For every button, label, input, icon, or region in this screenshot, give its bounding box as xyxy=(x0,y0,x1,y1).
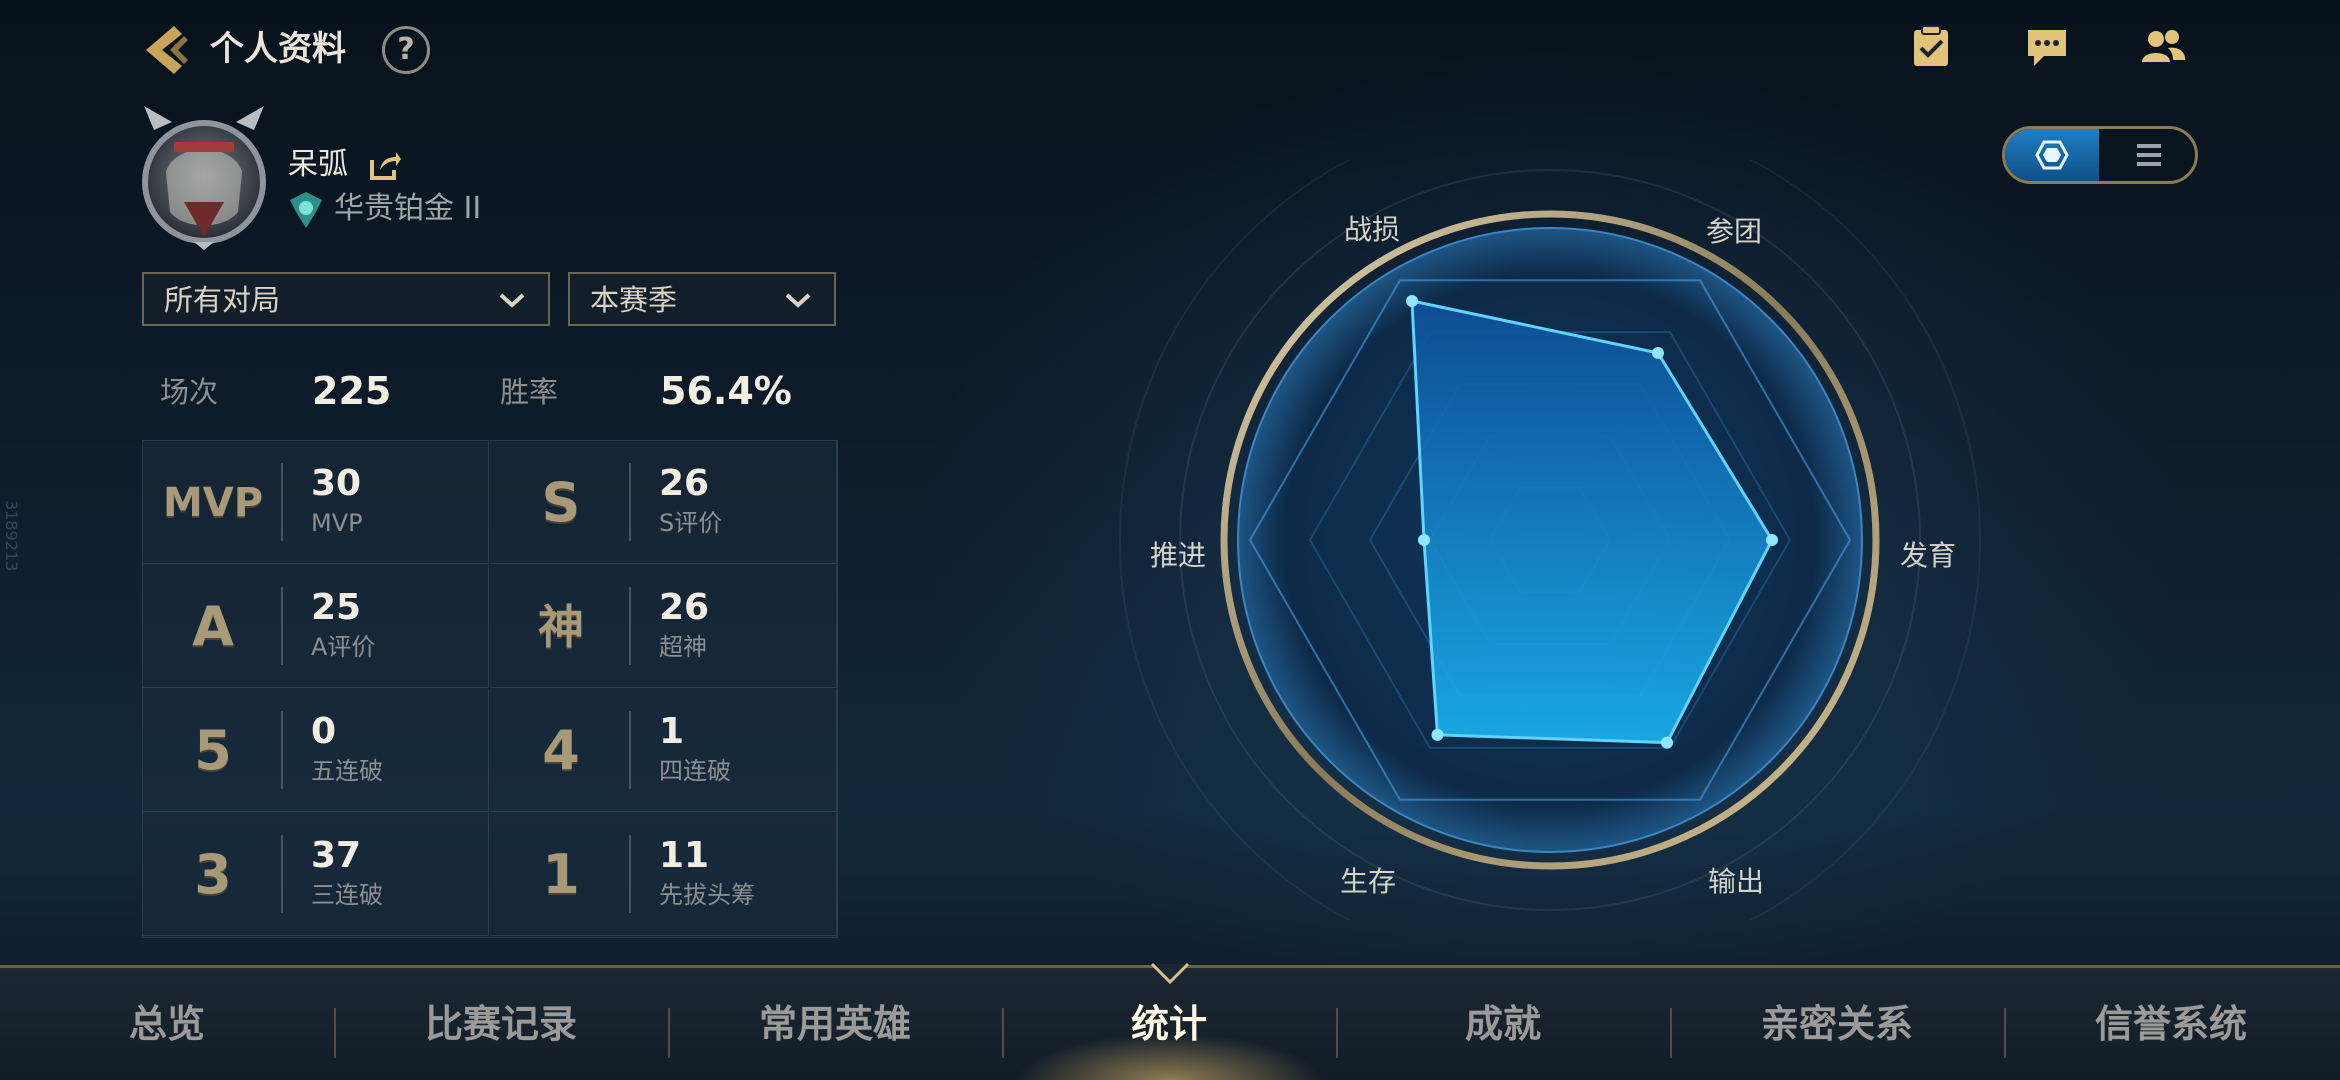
back-arrow-icon[interactable] xyxy=(136,20,196,80)
stat-cell-penta: 5 0 五连破 xyxy=(143,689,489,812)
list-view-option[interactable] xyxy=(2101,129,2195,181)
divider xyxy=(281,711,283,789)
tab-intimacy[interactable]: 亲密关系 xyxy=(1670,968,2004,1080)
tab-credit-system[interactable]: 信誉系统 xyxy=(2004,968,2338,1080)
stat-cell-s: S 26 S评价 xyxy=(491,441,837,564)
stat-label: 五连破 xyxy=(311,757,383,785)
stat-value: 0 xyxy=(311,711,337,752)
chevron-down-icon xyxy=(499,293,525,308)
tab-statistics[interactable]: 统计 xyxy=(1002,968,1336,1080)
stat-label: MVP xyxy=(311,509,363,537)
stat-cell-first-blood: 1 11 先拔头筹 xyxy=(491,813,837,936)
season-value: 本赛季 xyxy=(590,283,678,317)
radar-label-push: 推进 xyxy=(1150,539,1207,572)
stat-label: 三连破 xyxy=(311,881,383,909)
radar-point xyxy=(1418,534,1430,546)
radar-label-farming: 发育 xyxy=(1900,539,1957,572)
penta-badge: 5 xyxy=(194,719,232,782)
stat-value: 37 xyxy=(311,835,362,876)
stat-value: 25 xyxy=(311,587,362,628)
season-dropdown[interactable]: 本赛季 xyxy=(568,272,836,326)
quadra-badge: 4 xyxy=(542,719,580,782)
divider xyxy=(629,587,631,665)
stat-label: 四连破 xyxy=(659,757,731,785)
task-checklist-icon[interactable] xyxy=(1908,24,1954,70)
first-blood-badge: 1 xyxy=(542,843,580,906)
a-badge: A xyxy=(192,595,234,658)
hexagon-view-option[interactable] xyxy=(2005,129,2099,181)
stat-value: 26 xyxy=(659,587,710,628)
radar-point xyxy=(1431,728,1444,741)
tab-overview[interactable]: 总览 xyxy=(0,968,334,1080)
stat-label: S评价 xyxy=(659,509,723,537)
divider xyxy=(281,835,283,913)
divider xyxy=(629,835,631,913)
rank-emblem-icon xyxy=(290,192,322,228)
divider xyxy=(629,463,631,541)
stat-value: 30 xyxy=(311,463,362,504)
divider xyxy=(281,587,283,665)
stat-cell-a: A 25 A评价 xyxy=(143,565,489,688)
list-view-icon xyxy=(2137,144,2161,166)
page-title: 个人资料 xyxy=(210,29,346,69)
player-avatar[interactable] xyxy=(134,102,274,252)
stats-grid: MVP 30 MVP S 26 S评价 A 25 A评价 神 26 超神 5 0 xyxy=(142,440,838,938)
radar-label-damage: 输出 xyxy=(1708,865,1765,898)
stat-cell-godlike: 神 26 超神 xyxy=(491,565,837,688)
godlike-badge: 神 xyxy=(538,600,584,654)
chevron-down-icon xyxy=(785,293,811,308)
stat-label: 超神 xyxy=(659,633,707,661)
help-button[interactable]: ? xyxy=(382,26,430,74)
mvp-badge: MVP xyxy=(162,480,264,526)
watermark: 3189213 xyxy=(2,500,21,572)
match-mode-dropdown[interactable]: 所有对局 xyxy=(142,272,550,326)
tab-match-history[interactable]: 比赛记录 xyxy=(334,968,668,1080)
winrate-value: 56.4% xyxy=(660,369,792,413)
radar-point xyxy=(1661,736,1673,749)
triple-badge: 3 xyxy=(194,843,232,906)
match-mode-value: 所有对局 xyxy=(164,283,281,317)
tab-achievements[interactable]: 成就 xyxy=(1336,968,1670,1080)
stat-label: A评价 xyxy=(311,633,376,661)
divider xyxy=(281,463,283,541)
radar-chart xyxy=(1119,160,1981,920)
view-toggle[interactable] xyxy=(2002,126,2198,184)
stat-value: 1 xyxy=(659,711,685,752)
radar-point xyxy=(1766,534,1778,546)
winrate-label: 胜率 xyxy=(500,375,559,409)
stat-cell-quadra: 4 1 四连破 xyxy=(491,689,837,812)
games-label: 场次 xyxy=(160,375,219,409)
radar-label-survival: 生存 xyxy=(1340,865,1397,898)
rank-text: 华贵铂金 II xyxy=(334,191,482,226)
radar-label-damage-taken: 战损 xyxy=(1344,213,1401,246)
stat-label: 先拔头筹 xyxy=(659,881,755,909)
games-value: 225 xyxy=(312,369,392,413)
radar-point xyxy=(1652,346,1664,359)
divider xyxy=(629,711,631,789)
share-icon[interactable] xyxy=(368,148,402,182)
friends-icon[interactable] xyxy=(2140,24,2186,70)
profile-stats-screen: 个人资料 ? 呆弧 华贵铂金 II 所有对局 本赛季 场次 225 胜率 56.… xyxy=(0,0,2340,1080)
chat-icon[interactable] xyxy=(2024,24,2070,70)
s-badge: S xyxy=(541,471,581,534)
stat-cell-mvp: MVP 30 MVP xyxy=(143,441,489,564)
active-tab-pointer-icon xyxy=(1150,962,1190,984)
tab-common-heroes[interactable]: 常用英雄 xyxy=(668,968,1002,1080)
stat-value: 11 xyxy=(659,835,710,876)
stat-cell-triple: 3 37 三连破 xyxy=(143,813,489,936)
player-name: 呆弧 xyxy=(288,147,348,182)
radar-point xyxy=(1406,294,1418,307)
stat-value: 26 xyxy=(659,463,710,504)
radar-label-teamfight: 参团 xyxy=(1706,215,1763,248)
hexagon-view-icon xyxy=(2035,140,2069,170)
